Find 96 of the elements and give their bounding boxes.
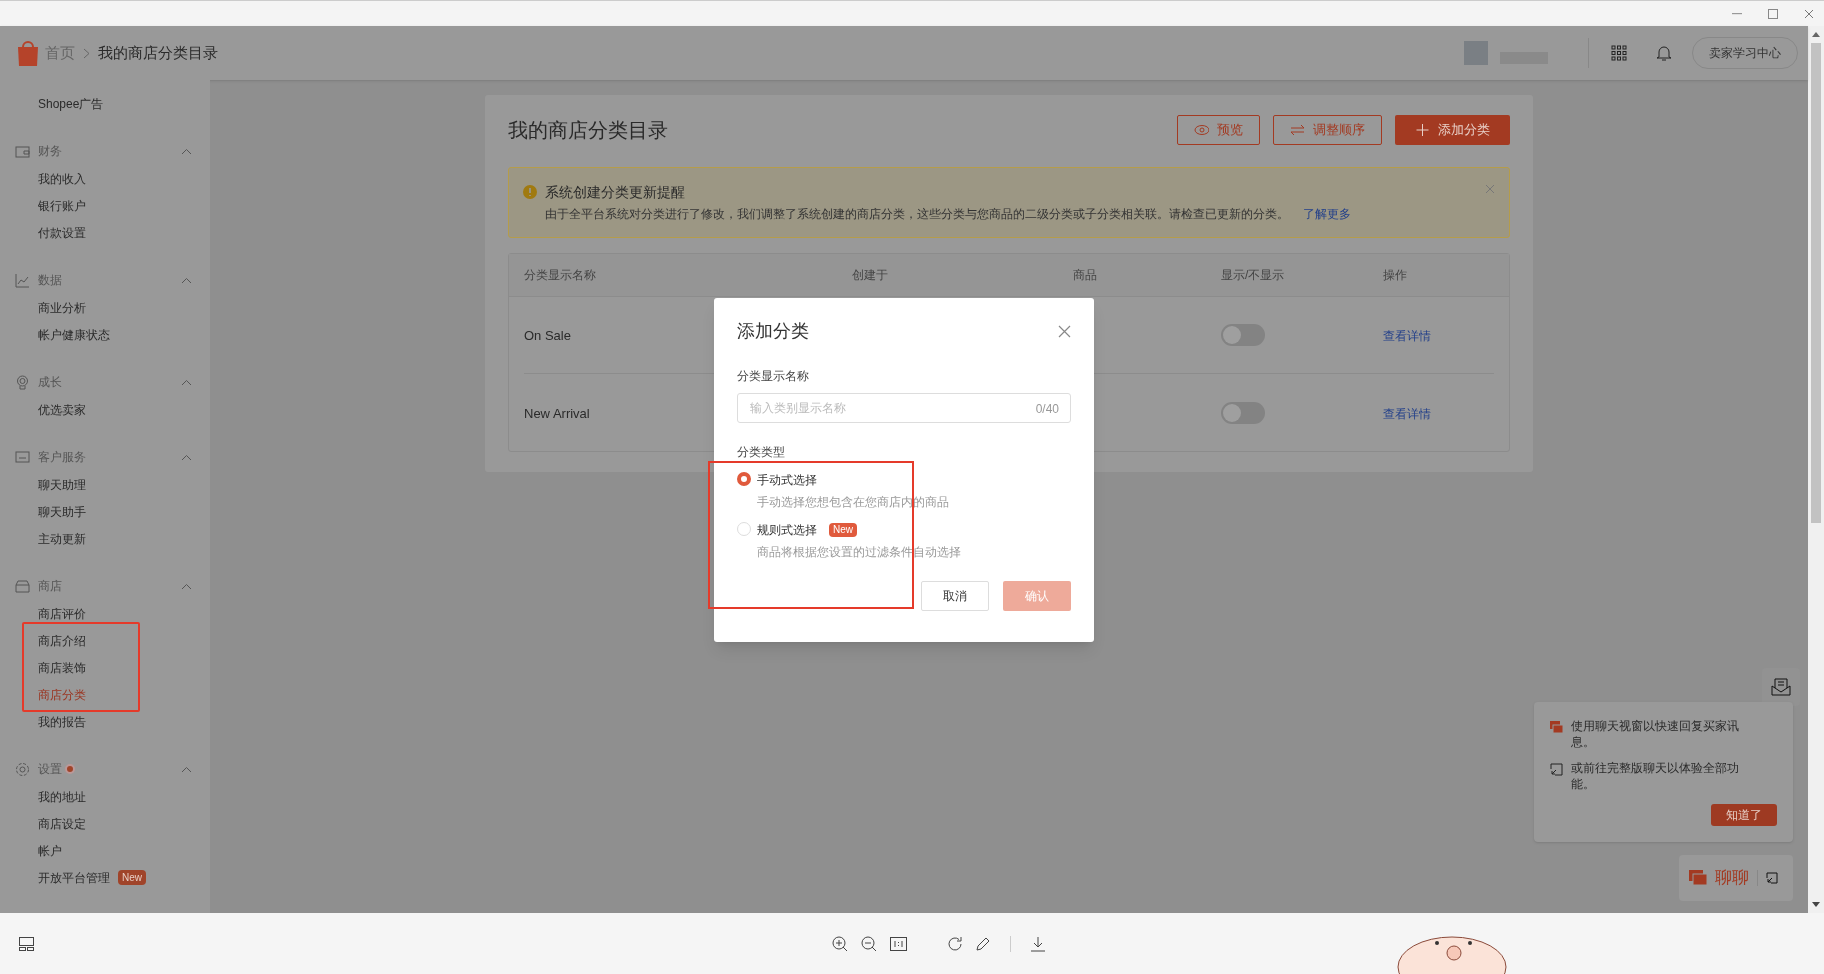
sidebar-section-title[interactable]: 数据 <box>38 271 62 289</box>
got-it-button[interactable]: 知道了 <box>1711 804 1777 826</box>
close-icon[interactable] <box>1804 8 1814 19</box>
add-category-button[interactable]: 添加分类 <box>1395 115 1510 145</box>
sidebar-item[interactable]: 聊天助手 <box>38 502 86 521</box>
option-description: 商品将根据您设置的过滤条件自动选择 <box>757 544 961 561</box>
sidebar-item[interactable]: 商店设定 <box>38 814 86 833</box>
sidebar-item[interactable]: 商店装饰 <box>38 658 86 677</box>
sidebar-item[interactable]: 聊天助理 <box>38 475 86 494</box>
sidebar-item[interactable]: Shopee广告 <box>38 94 104 113</box>
line-chart-icon <box>15 272 30 288</box>
chat-window-icon <box>15 449 30 465</box>
chevron-up-icon[interactable] <box>181 582 192 590</box>
sidebar-item[interactable]: 付款设置 <box>38 223 86 242</box>
maximize-icon[interactable] <box>1768 8 1778 19</box>
chat-bubble-icon <box>1550 721 1563 734</box>
settings-icon <box>15 761 30 777</box>
option-label: 手动式选择 <box>757 472 817 489</box>
shop-bag-logo[interactable] <box>15 39 41 67</box>
new-badge: New <box>829 523 857 537</box>
breadcrumb-link[interactable]: 我的商店分类目录 <box>98 41 218 65</box>
chat-bubble-icon <box>1689 870 1707 886</box>
table-cell: New Arrival <box>524 405 590 421</box>
sidebar-item[interactable]: 帐户 <box>38 841 62 860</box>
chevron-up-icon[interactable] <box>181 453 192 461</box>
view-details-link[interactable]: 查看详情 <box>1383 329 1431 343</box>
medal-icon <box>15 374 30 390</box>
envelope-icon <box>1771 678 1791 696</box>
sidebar-item[interactable]: 我的地址 <box>38 787 86 806</box>
page-title: 我的商店分类目录 <box>508 118 668 143</box>
download-icon[interactable] <box>1030 935 1046 952</box>
swap-arrows-icon <box>1290 124 1305 136</box>
apps-grid-icon[interactable] <box>1611 45 1627 61</box>
character-counter: 0/40 <box>1035 401 1059 418</box>
toggle-switch[interactable] <box>1221 401 1265 424</box>
edit-pencil-icon[interactable] <box>976 936 991 951</box>
sidebar-item[interactable]: 商店介绍 <box>38 631 86 650</box>
popout-icon <box>1550 763 1563 776</box>
zoom-in-icon[interactable] <box>832 935 848 952</box>
popout-icon[interactable] <box>1766 872 1778 884</box>
column-header: 商品 <box>1073 267 1098 284</box>
cancel-button[interactable]: 取消 <box>921 581 989 611</box>
column-header: 操作 <box>1383 267 1408 284</box>
wallet-icon <box>15 143 30 159</box>
scroll-up-icon[interactable] <box>1812 32 1820 37</box>
chevron-up-icon[interactable] <box>181 147 192 155</box>
sidebar-item[interactable]: 我的报告 <box>38 712 86 731</box>
view-details-link[interactable]: 查看详情 <box>1383 406 1431 421</box>
column-header: 创建于 <box>852 267 889 284</box>
chevron-up-icon[interactable] <box>181 765 192 773</box>
table-cell: On Sale <box>524 328 571 343</box>
option-description: 手动选择您想包含在您商店内的商品 <box>757 494 949 511</box>
column-header: 分类显示名称 <box>524 267 597 284</box>
sidebar-item[interactable]: 银行账户 <box>38 196 86 215</box>
sidebar-section-title[interactable]: 成长 <box>38 373 62 391</box>
store-icon <box>15 578 30 594</box>
warning-icon <box>523 185 537 199</box>
tip-text: 使用聊天视窗以快速回复买家讯息。 <box>1571 718 1740 750</box>
new-badge: New <box>118 870 146 885</box>
notification-bell-icon[interactable] <box>1656 44 1672 62</box>
toggle-switch[interactable] <box>1221 324 1265 346</box>
sidebar-section-title[interactable]: 财务 <box>38 142 62 160</box>
sidebar-item[interactable]: 开放平台管理 <box>38 868 110 887</box>
actual-size-icon[interactable] <box>890 936 907 951</box>
zoom-out-icon[interactable] <box>861 935 877 952</box>
minimize-icon[interactable] <box>1732 12 1742 15</box>
sidebar-item[interactable]: 帐户健康状态 <box>38 325 110 344</box>
field-label: 分类显示名称 <box>737 368 810 385</box>
notice-title: 系统创建分类更新提醒 <box>545 183 686 202</box>
notice-text: 由于全平台系统对分类进行了修改，我们调整了系统创建的商店分类，这些分类与您商品的二级分类或子分类相关联。请检查已更新的分类。 <box>545 206 1289 223</box>
eye-icon <box>1194 124 1209 136</box>
option-label: 规则式选择 <box>757 522 817 539</box>
sidebar-item[interactable]: 优选卖家 <box>38 400 86 419</box>
scroll-down-icon[interactable] <box>1812 902 1820 907</box>
sidebar-item[interactable]: 主动更新 <box>38 529 86 548</box>
chevron-up-icon[interactable] <box>181 378 192 386</box>
thumbnail-layout-icon[interactable] <box>19 936 34 951</box>
close-icon[interactable] <box>1058 325 1071 338</box>
sidebar-section-title[interactable]: 商店 <box>38 577 62 595</box>
chat-label: 聊聊 <box>1715 867 1749 890</box>
sidebar-item[interactable]: 商店评价 <box>38 604 86 623</box>
radio-button[interactable] <box>737 472 751 486</box>
learn-more-link[interactable]: 了解更多 <box>1303 205 1351 223</box>
chevron-right-icon <box>83 47 90 59</box>
plus-icon <box>1415 124 1430 136</box>
rotate-icon[interactable] <box>947 935 963 952</box>
column-header: 显示/不显示 <box>1221 267 1286 284</box>
tip-text: 或前往完整版聊天以体验全部功能。 <box>1571 760 1740 792</box>
sidebar-item[interactable]: 商业分析 <box>38 298 86 317</box>
sidebar-item[interactable]: 我的收入 <box>38 169 86 188</box>
sidebar-section-title[interactable]: 客户服务 <box>38 448 86 466</box>
blurred-avatar <box>1464 41 1488 65</box>
field-label: 分类类型 <box>737 444 786 461</box>
chevron-up-icon[interactable] <box>181 276 192 284</box>
modal-title: 添加分类 <box>737 320 809 343</box>
sidebar-section-title[interactable]: 设置 <box>38 760 62 778</box>
